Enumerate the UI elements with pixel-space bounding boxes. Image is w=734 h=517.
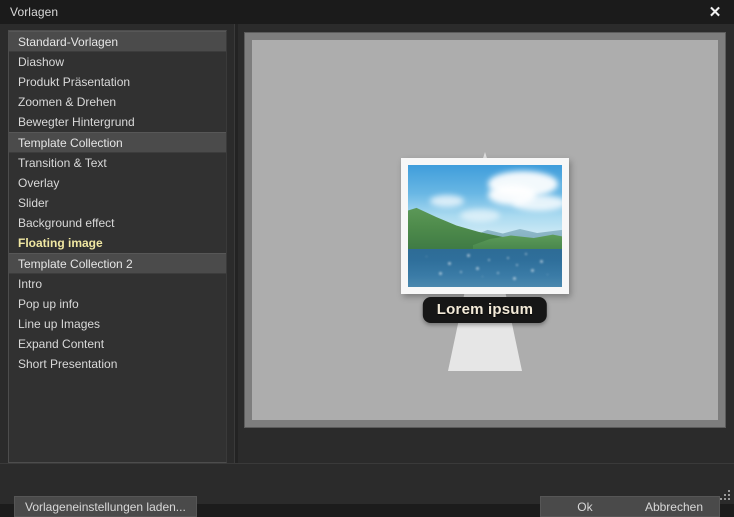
- water-sparkle: [515, 264, 518, 267]
- cancel-button[interactable]: Abbrechen: [629, 497, 719, 516]
- preview-stage[interactable]: Lorem ipsum: [252, 40, 718, 420]
- template-list-item-diashow[interactable]: Diashow: [9, 52, 226, 72]
- title-bar[interactable]: Vorlagen ✕: [0, 0, 734, 24]
- close-icon[interactable]: ✕: [702, 1, 728, 23]
- water-sparkle: [475, 267, 479, 271]
- dialog-content: Standard-Vorlagen Diashow Produkt Präsenta…: [0, 24, 734, 463]
- window-title: Vorlagen: [10, 5, 59, 19]
- template-list-item-intro[interactable]: Intro: [9, 274, 226, 294]
- photo-image: [408, 164, 562, 287]
- template-list-item-transition-text[interactable]: Transition & Text: [9, 153, 226, 173]
- water-sparkle: [531, 268, 535, 272]
- template-list-pane: Standard-Vorlagen Diashow Produkt Präsenta…: [0, 24, 233, 463]
- template-list-item-bewegter-hintergrund[interactable]: Bewegter Hintergrund: [9, 112, 226, 132]
- template-list-item-produkt-pr-sentation[interactable]: Produkt Präsentation: [9, 72, 226, 92]
- water-sparkle: [481, 276, 483, 278]
- template-list-item-line-up-images[interactable]: Line up Images: [9, 314, 226, 334]
- resize-grip[interactable]: [718, 488, 732, 502]
- cloud-shape: [460, 208, 500, 222]
- cloud-shape: [430, 194, 464, 207]
- water-sparkle: [540, 260, 544, 264]
- water-sparkle: [525, 252, 528, 255]
- dialog-footer: Vorlageneinstellungen laden... Ok Abbrec…: [0, 463, 734, 517]
- water-sparkle: [466, 253, 470, 257]
- vorlagen-dialog: Vorlagen ✕ Standard-Vorlagen Diashow Produ…: [0, 0, 734, 517]
- water-sparkle: [448, 261, 452, 265]
- photo-water: [408, 248, 562, 287]
- water-sparkle: [426, 255, 428, 257]
- water-sparkle: [546, 273, 548, 275]
- water-sparkle: [488, 258, 491, 261]
- template-list-item-floating-image[interactable]: Floating image: [9, 233, 226, 253]
- ok-button[interactable]: Ok: [541, 497, 629, 516]
- template-list-item-short-presentation[interactable]: Short Presentation: [9, 354, 226, 374]
- preview-pane: Lorem ipsum: [233, 24, 734, 463]
- template-list[interactable]: Standard-Vorlagen Diashow Produkt Präsenta…: [8, 30, 227, 463]
- preview-caption-badge: Lorem ipsum: [422, 296, 548, 323]
- template-list-item-slider[interactable]: Slider: [9, 193, 226, 213]
- preview-frame: Lorem ipsum: [244, 32, 726, 428]
- water-sparkle: [512, 276, 516, 280]
- template-list-item-background-effect[interactable]: Background effect: [9, 213, 226, 233]
- template-list-item-zoomen-drehen[interactable]: Zoomen & Drehen: [9, 92, 226, 112]
- template-list-item-pop-up-info[interactable]: Pop up info: [9, 294, 226, 314]
- template-list-item-template-collection-2[interactable]: Template Collection 2: [9, 253, 226, 274]
- water-sparkle: [506, 256, 509, 259]
- load-template-settings-button[interactable]: Vorlageneinstellungen laden...: [14, 496, 197, 517]
- water-sparkle: [497, 271, 500, 274]
- floating-photo-card: [401, 157, 569, 294]
- cloud-shape: [512, 194, 562, 211]
- template-list-item-template-collection[interactable]: Template Collection: [9, 132, 226, 153]
- template-list-item-overlay[interactable]: Overlay: [9, 173, 226, 193]
- template-list-item-expand-content[interactable]: Expand Content: [9, 334, 226, 354]
- water-sparkle: [438, 272, 442, 276]
- water-sparkle: [460, 270, 463, 273]
- dialog-action-buttons: Ok Abbrechen: [539, 496, 720, 517]
- template-list-item-standard-vorlagen[interactable]: Standard-Vorlagen: [9, 31, 226, 52]
